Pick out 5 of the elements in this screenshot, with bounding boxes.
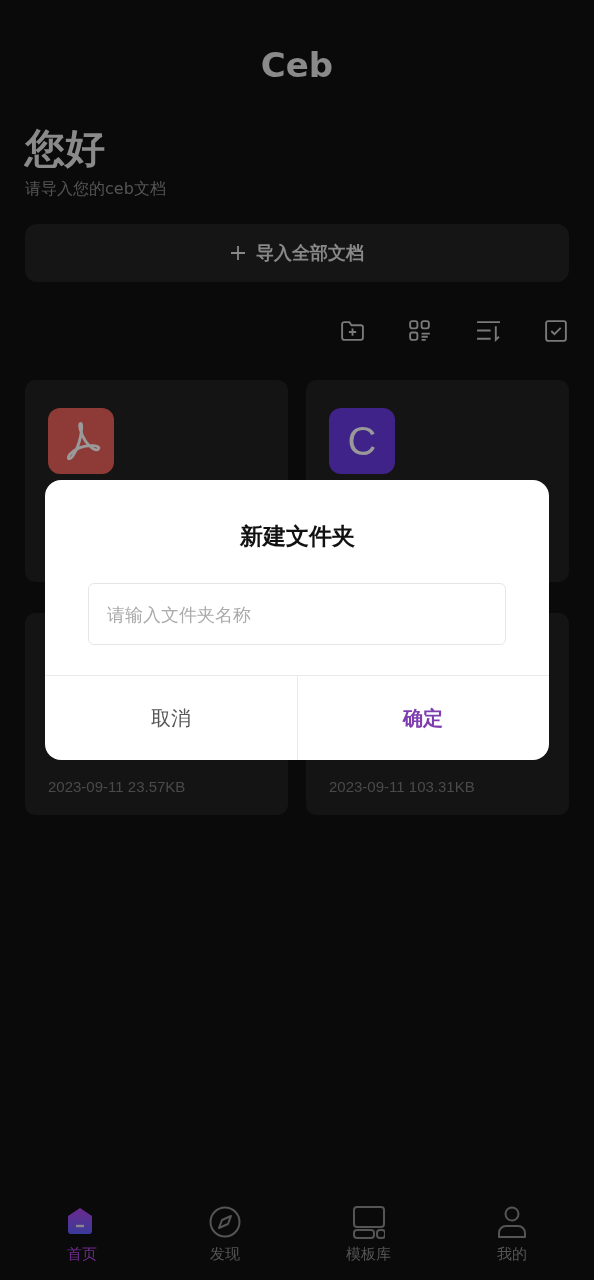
subtitle: 请导入您的ceb文档 bbox=[25, 178, 166, 200]
app-title: Ceb bbox=[260, 44, 334, 86]
file-type-icon: C bbox=[329, 408, 395, 474]
greeting: 您好 bbox=[25, 124, 105, 172]
dialog-title: 新建文件夹 bbox=[239, 522, 355, 551]
